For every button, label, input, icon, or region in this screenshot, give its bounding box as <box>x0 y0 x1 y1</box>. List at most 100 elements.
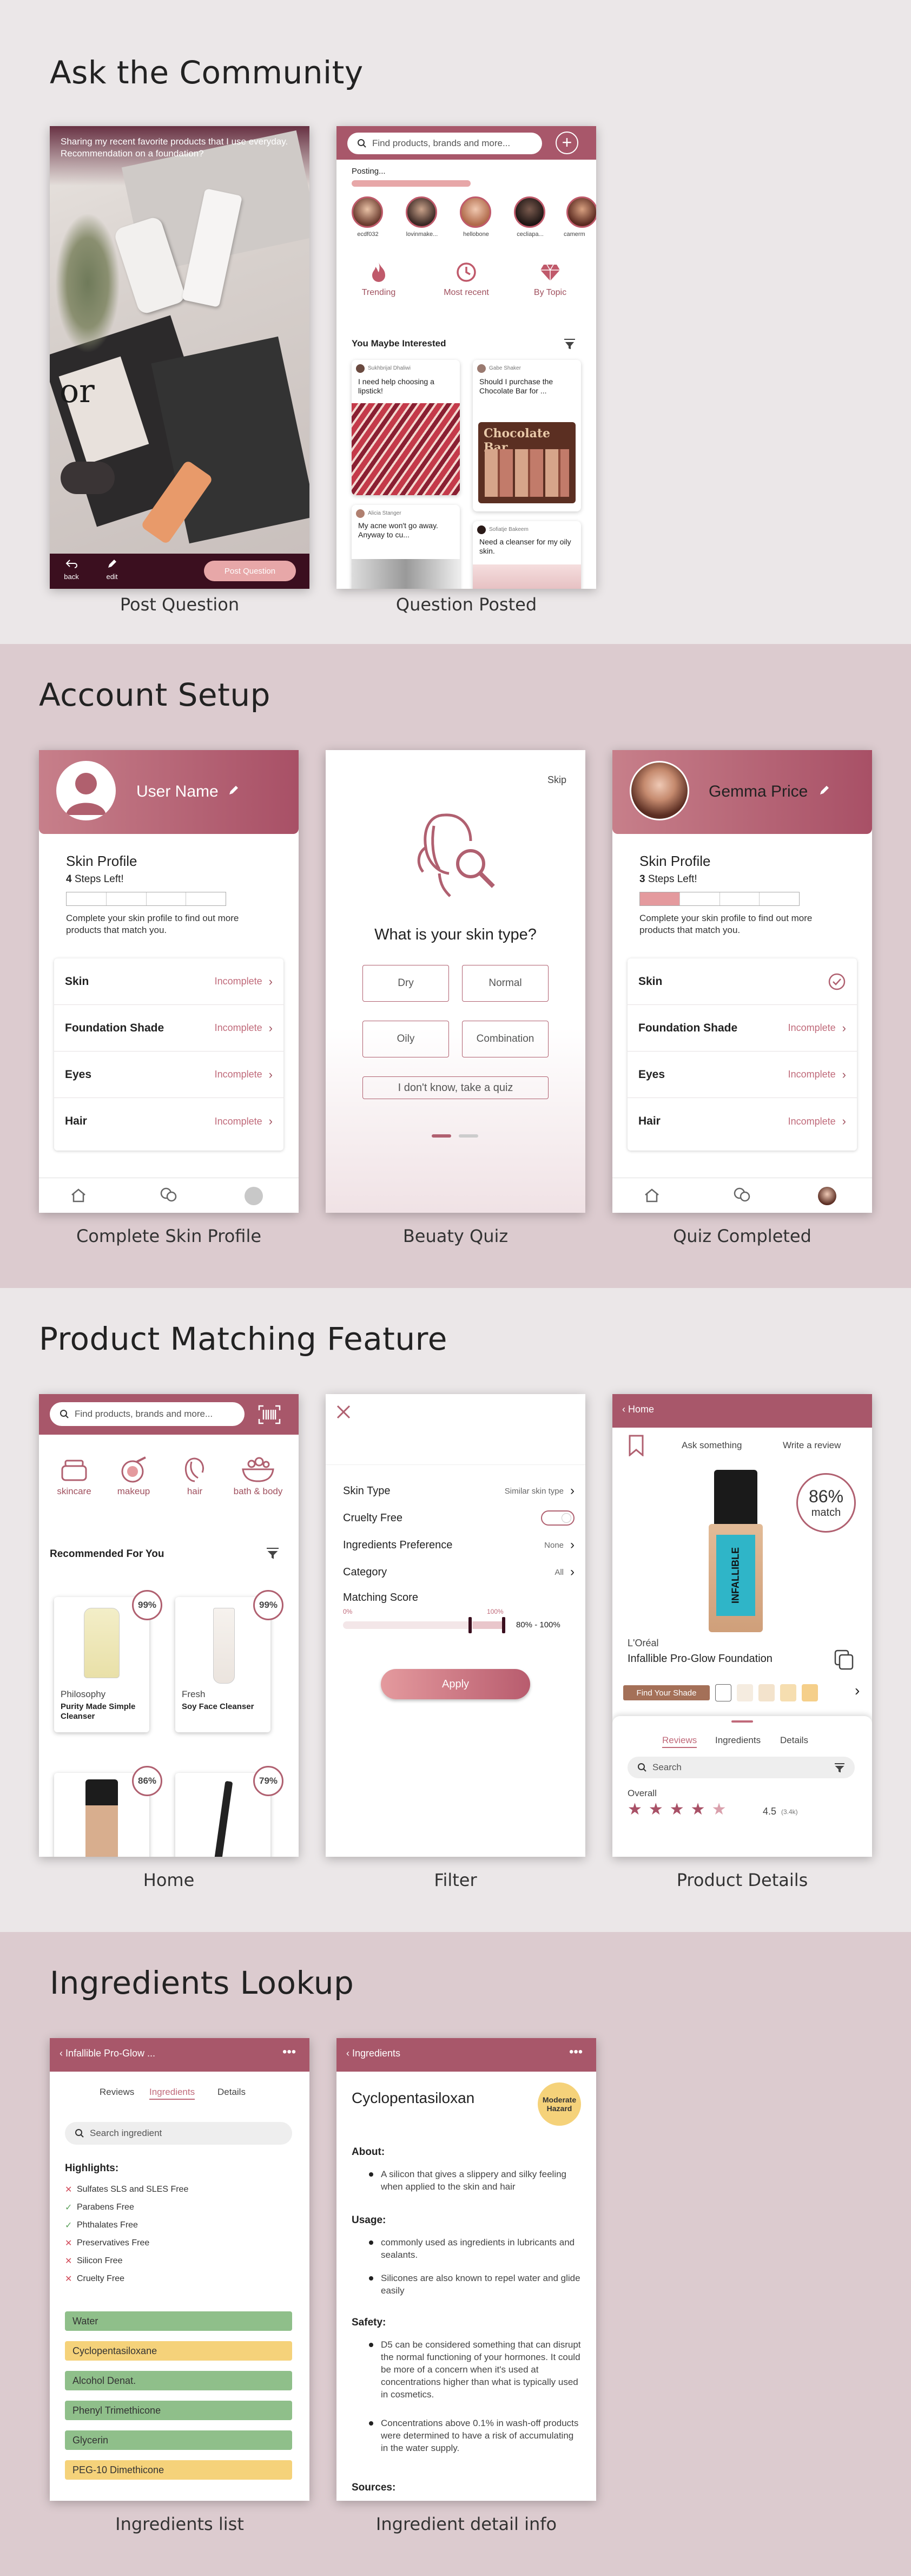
more-icon[interactable]: ••• <box>569 2045 583 2060</box>
highlight-item: ✕ Sulfates SLS and SLES Free <box>65 2184 188 2195</box>
option-dry[interactable]: Dry <box>362 965 449 1002</box>
tab-ingredients[interactable]: Ingredients <box>715 1735 761 1746</box>
profile-row-eyes[interactable]: Eyes Incomplete › <box>628 1052 857 1098</box>
avatar[interactable] <box>460 196 491 228</box>
ingredient-item[interactable]: PEG-10 Dimethicone <box>65 2460 292 2480</box>
ingredient-item[interactable]: Alcohol Denat. <box>65 2371 292 2390</box>
profile-nav-avatar[interactable] <box>245 1187 263 1205</box>
avatar[interactable] <box>566 196 596 228</box>
shade-swatch[interactable] <box>715 1684 731 1701</box>
filter-funnel-icon[interactable] <box>564 338 576 349</box>
shade-swatch[interactable] <box>737 1684 753 1701</box>
question-card[interactable]: Gabe Shaker Should I purchase the Chocol… <box>473 360 581 511</box>
ingredient-item[interactable]: Cyclopentasiloxane <box>65 2341 292 2361</box>
bookmark-icon[interactable] <box>628 1435 645 1456</box>
profile-row-skin[interactable]: Skin Incomplete › <box>54 958 283 1005</box>
tab-reviews[interactable]: Reviews <box>662 1735 697 1748</box>
back-link[interactable]: ‹ Ingredients <box>346 2048 400 2059</box>
search-input[interactable]: Find products, brands and more... <box>50 1402 245 1426</box>
filter-row-ingredients[interactable]: Ingredients Preference None › <box>343 1537 575 1553</box>
category-bath[interactable]: bath & body <box>223 1456 293 1497</box>
ask-tab[interactable]: Ask something <box>682 1440 742 1451</box>
swatch-next[interactable]: › <box>855 1682 860 1699</box>
review-tab[interactable]: Write a review <box>783 1440 841 1451</box>
shade-swatch[interactable] <box>802 1684 818 1701</box>
option-normal[interactable]: Normal <box>462 965 549 1002</box>
slider-handle-max[interactable] <box>502 1617 505 1633</box>
shade-swatch[interactable] <box>780 1684 796 1701</box>
option-combination[interactable]: Combination <box>462 1021 549 1057</box>
category-hair[interactable]: hair <box>170 1456 219 1497</box>
back-button[interactable]: back <box>61 558 82 581</box>
take-quiz-button[interactable]: I don't know, take a quiz <box>362 1076 549 1099</box>
highlight-text: Sulfates SLS and SLES Free <box>77 2185 189 2194</box>
card-text: Need a cleanser for my oily skin. <box>479 537 571 555</box>
filter-row-cruelty[interactable]: Cruelty Free <box>343 1510 575 1526</box>
filter-trending[interactable]: Trending <box>352 261 406 298</box>
profile-row-skin[interactable]: Skin <box>628 958 857 1005</box>
tab-details[interactable]: Details <box>780 1735 808 1746</box>
question-card[interactable]: Sukhbrijal Dhaliwi I need help choosing … <box>352 360 460 495</box>
edit-pencil-icon[interactable] <box>227 784 240 797</box>
profile-row-hair[interactable]: Hair Incomplete › <box>628 1098 857 1145</box>
back-home-link[interactable]: ‹ Home <box>622 1404 654 1415</box>
filter-recent[interactable]: Most recent <box>431 261 501 298</box>
community-icon[interactable] <box>159 1187 177 1203</box>
compare-icon[interactable] <box>833 1648 855 1670</box>
avatar-placeholder[interactable] <box>56 761 116 820</box>
ingredient-item[interactable]: Glycerin <box>65 2430 292 2450</box>
review-search-input[interactable]: Search <box>628 1757 855 1778</box>
profile-row-hair[interactable]: Hair Incomplete › <box>54 1098 283 1145</box>
filter-funnel-icon[interactable] <box>266 1547 279 1559</box>
category-makeup[interactable]: makeup <box>109 1456 158 1497</box>
question-text[interactable]: Sharing my recent favorite products that… <box>61 136 299 160</box>
filter-row-skin-type[interactable]: Skin Type Similar skin type › <box>343 1483 575 1499</box>
avatar[interactable] <box>514 196 545 228</box>
tab-ingredients[interactable]: Ingredients <box>149 2087 195 2100</box>
home-icon[interactable] <box>70 1188 87 1203</box>
avatar[interactable] <box>352 196 383 228</box>
ingredient-item[interactable]: Phenyl Trimethicone <box>65 2401 292 2420</box>
cruelty-toggle[interactable] <box>541 1510 575 1526</box>
search-placeholder: Search <box>652 1762 682 1772</box>
product-card[interactable]: Philosophy Purity Made Simple Cleanser <box>54 1597 149 1732</box>
barcode-scan-icon[interactable] <box>258 1405 281 1424</box>
profile-row-foundation[interactable]: Foundation Shade Incomplete › <box>628 1005 857 1052</box>
product-card[interactable]: Fresh Soy Face Cleanser <box>175 1597 270 1732</box>
home-icon[interactable] <box>644 1188 660 1203</box>
shade-swatch[interactable] <box>758 1684 775 1701</box>
community-icon[interactable] <box>732 1187 751 1203</box>
search-input[interactable]: Find products, brands and more... <box>347 133 542 154</box>
question-card[interactable]: Alicia Stanger My acne won't go away. An… <box>352 505 460 589</box>
category-skincare[interactable]: skincare <box>50 1456 98 1497</box>
profile-photo[interactable] <box>630 761 689 820</box>
filter-row-category[interactable]: Category All › <box>343 1565 575 1580</box>
product-details-screen: ‹ Home Ask something Write a review INFA… <box>612 1394 872 1857</box>
score-slider[interactable] <box>343 1617 505 1633</box>
profile-row-foundation[interactable]: Foundation Shade Incomplete › <box>54 1005 283 1052</box>
more-icon[interactable]: ••• <box>282 2045 296 2060</box>
ingredient-item[interactable]: Water <box>65 2311 292 2331</box>
ingredient-search-input[interactable]: Search ingredient <box>65 2122 292 2145</box>
slider-handle-min[interactable] <box>468 1617 472 1633</box>
close-icon[interactable] <box>335 1404 352 1420</box>
profile-nav-avatar[interactable] <box>818 1187 836 1205</box>
post-question-button[interactable]: Post Question <box>204 561 296 581</box>
question-card[interactable]: Sofiatje Bakeem Need a cleanser for my o… <box>473 521 581 589</box>
caption: Product Details <box>676 1870 808 1890</box>
back-link[interactable]: ‹ Infallible Pro-Glow ... <box>60 2048 155 2059</box>
filter-topic[interactable]: By Topic <box>520 261 580 298</box>
option-oily[interactable]: Oily <box>362 1021 449 1057</box>
skip-button[interactable]: Skip <box>547 774 566 786</box>
edit-button[interactable]: edit <box>101 558 123 581</box>
filter-funnel-icon[interactable] <box>834 1763 845 1772</box>
tab-details[interactable]: Details <box>217 2087 246 2098</box>
drag-handle[interactable] <box>731 1720 753 1723</box>
add-post-button[interactable]: + <box>556 132 578 154</box>
edit-pencil-icon[interactable] <box>818 784 831 797</box>
apply-button[interactable]: Apply <box>381 1669 530 1699</box>
profile-row-eyes[interactable]: Eyes Incomplete › <box>54 1052 283 1098</box>
avatar[interactable] <box>406 196 437 228</box>
tab-reviews[interactable]: Reviews <box>100 2087 134 2098</box>
find-shade-button[interactable]: Find Your Shade <box>623 1685 710 1700</box>
